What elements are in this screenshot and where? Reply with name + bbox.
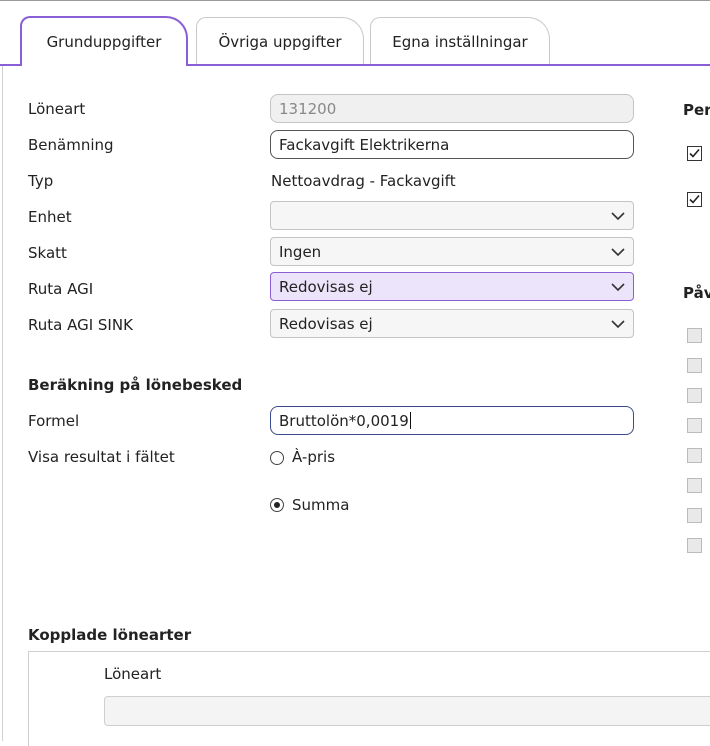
ruta-agi-sink-select[interactable]: Redovisas ej [270,309,634,338]
formel-label: Formel [28,412,80,430]
ruta-agi-sink-value: Redovisas ej [279,314,373,333]
enhet-select[interactable] [270,201,634,230]
checkbox-disabled [687,388,702,403]
chevron-down-icon [611,248,625,257]
text-caret [409,412,411,429]
chevron-down-icon [611,320,625,329]
formel-value: Bruttolön*0,0019 [279,411,409,430]
radio-a-pris-label: À-pris [292,448,336,466]
kopplade-heading: Kopplade lönearter [28,626,192,644]
formel-input[interactable]: Bruttolön*0,0019 [270,406,634,435]
kopplade-column-loneart: Löneart [104,665,162,683]
checkbox-disabled [687,358,702,373]
loneart-value: 131200 [279,99,337,118]
loneart-label: Löneart [28,100,86,118]
ruta-agi-select[interactable]: Redovisas ej [270,272,634,301]
benamning-label: Benämning [28,136,114,154]
enhet-label: Enhet [28,208,72,226]
ruta-agi-label: Ruta AGI [28,280,94,298]
checkbox-disabled [687,538,702,553]
panel-border [2,66,3,741]
tab-label: Egna inställningar [392,32,528,51]
visa-resultat-label: Visa resultat i fältet [28,448,175,466]
chevron-down-icon [611,283,625,292]
typ-value: Nettoavdrag - Fackavgift [271,172,456,190]
benamning-value: Fackavgift Elektrikerna [279,135,450,154]
tab-ovriga-uppgifter[interactable]: Övriga uppgifter [196,17,364,65]
ruta-agi-value: Redovisas ej [279,277,373,296]
right-heading-per: Per [683,101,710,119]
loneart-field: 131200 [270,94,634,123]
skatt-label: Skatt [28,244,67,262]
checkmark-icon [689,194,700,204]
skatt-value: Ingen [279,242,322,261]
tab-egna-installningar[interactable]: Egna inställningar [370,17,550,65]
typ-label: Typ [28,172,54,190]
kopplade-loneart-select[interactable] [104,696,710,726]
right-heading-pav: Påv [683,284,710,302]
berakning-heading: Beräkning på lönebesked [28,376,243,394]
checkbox-checked[interactable] [687,192,702,207]
checkbox-disabled [687,328,702,343]
radio-a-pris[interactable] [270,451,284,465]
tab-label: Grunduppgifter [46,33,162,51]
radio-summa-label: Summa [292,496,350,514]
tab-grunduppgifter[interactable]: Grunduppgifter [20,16,188,66]
radio-summa[interactable] [270,498,284,512]
benamning-input[interactable]: Fackavgift Elektrikerna [270,130,634,159]
checkbox-disabled [687,478,702,493]
checkbox-checked[interactable] [687,146,702,161]
checkbox-disabled [687,418,702,433]
checkbox-disabled [687,448,702,463]
skatt-select[interactable]: Ingen [270,237,634,266]
ruta-agi-sink-label: Ruta AGI SINK [28,316,133,334]
tab-label: Övriga uppgifter [218,32,342,51]
chevron-down-icon [611,212,625,221]
checkmark-icon [689,148,700,158]
checkbox-disabled [687,508,702,523]
top-border [0,0,710,1]
